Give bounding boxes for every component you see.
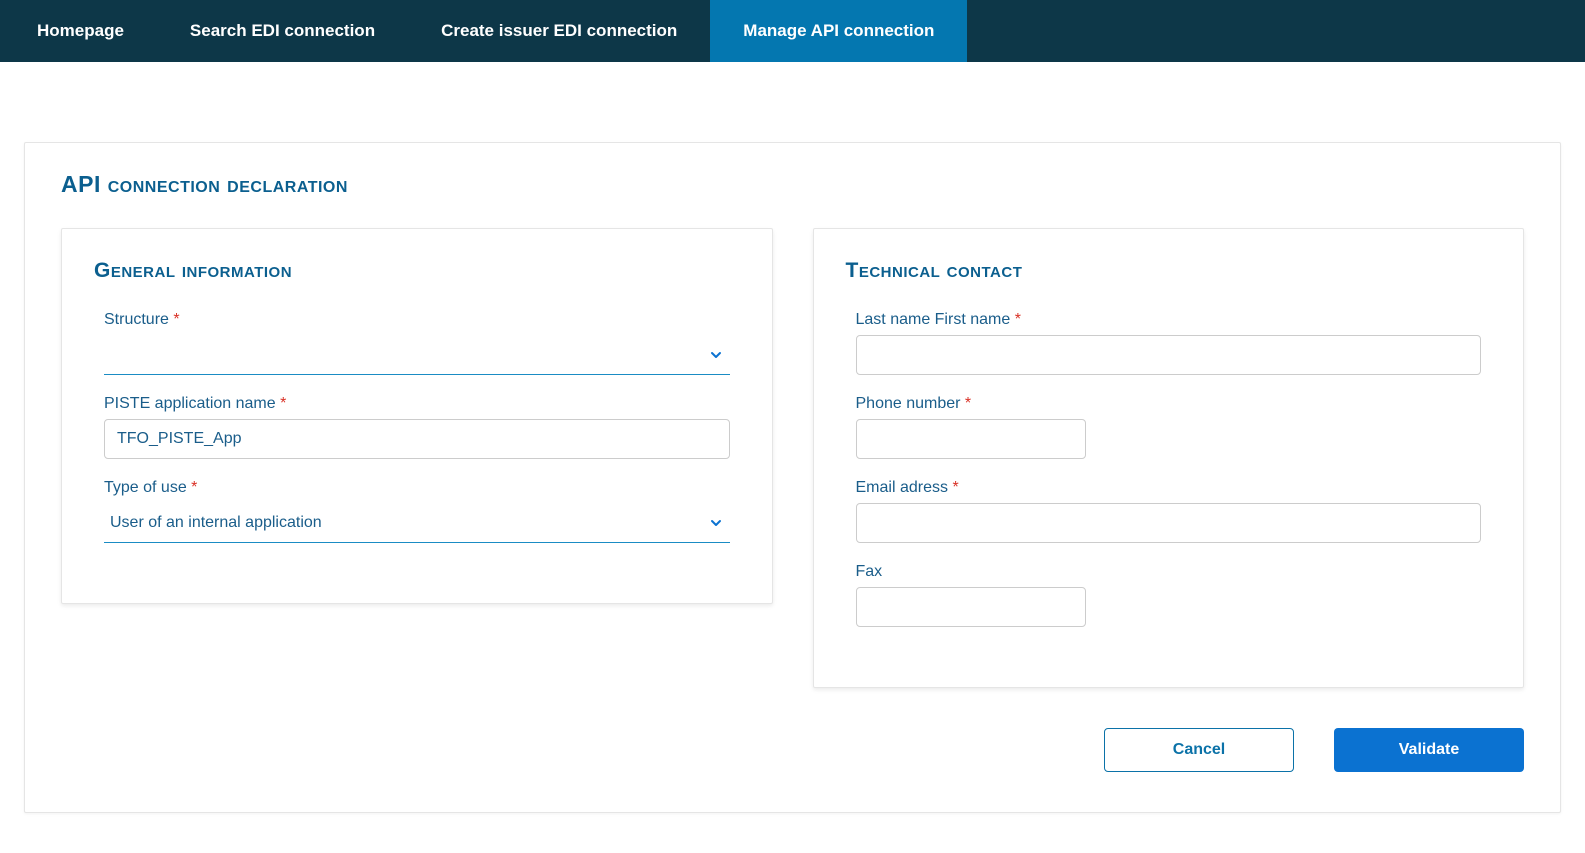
technical-contact-card: Technical contact Last name First name *… <box>813 228 1525 688</box>
required-indicator: * <box>173 311 179 328</box>
piste-field: PISTE application name * <box>94 395 740 459</box>
email-input[interactable] <box>856 503 1482 543</box>
phone-label-text: Phone number <box>856 395 961 412</box>
fax-input[interactable] <box>856 587 1086 627</box>
type-of-use-label: Type of use * <box>104 479 730 497</box>
chevron-down-icon <box>708 347 724 363</box>
required-indicator: * <box>965 395 971 412</box>
main-container: API connection declaration General infor… <box>0 62 1585 853</box>
piste-application-input[interactable] <box>104 419 730 459</box>
fax-field: Fax <box>846 563 1492 627</box>
cards-row: General information Structure * <box>61 228 1524 688</box>
structure-label-text: Structure <box>104 311 169 328</box>
required-indicator: * <box>1015 311 1021 328</box>
nav-manage-api[interactable]: Manage API connection <box>710 0 967 62</box>
page-title: API connection declaration <box>61 171 1524 198</box>
email-label-text: Email adress <box>856 479 948 496</box>
name-field: Last name First name * <box>846 311 1492 375</box>
nav-create-issuer-edi[interactable]: Create issuer EDI connection <box>408 0 710 62</box>
structure-field: Structure * <box>94 311 740 375</box>
page-card: API connection declaration General infor… <box>24 142 1561 813</box>
nav-search-edi[interactable]: Search EDI connection <box>157 0 408 62</box>
structure-label: Structure * <box>104 311 730 329</box>
name-label-text: Last name First name <box>856 311 1011 328</box>
chevron-down-icon <box>708 515 724 531</box>
name-label: Last name First name * <box>856 311 1482 329</box>
email-label: Email adress * <box>856 479 1482 497</box>
nav-homepage[interactable]: Homepage <box>4 0 157 62</box>
required-indicator: * <box>280 395 286 412</box>
structure-select[interactable] <box>104 335 730 375</box>
type-of-use-field: Type of use * User of an internal applic… <box>94 479 740 543</box>
fax-label: Fax <box>856 563 1482 581</box>
required-indicator: * <box>191 479 197 496</box>
piste-label-text: PISTE application name <box>104 395 276 412</box>
fax-label-text: Fax <box>856 563 883 580</box>
phone-label: Phone number * <box>856 395 1482 413</box>
name-input[interactable] <box>856 335 1482 375</box>
general-info-title: General information <box>94 259 740 283</box>
phone-field: Phone number * <box>846 395 1492 459</box>
validate-button[interactable]: Validate <box>1334 728 1524 772</box>
cancel-button[interactable]: Cancel <box>1104 728 1294 772</box>
email-field: Email adress * <box>846 479 1492 543</box>
top-nav: Homepage Search EDI connection Create is… <box>0 0 1585 62</box>
phone-input[interactable] <box>856 419 1086 459</box>
technical-contact-title: Technical contact <box>846 259 1492 283</box>
type-of-use-value: User of an internal application <box>110 514 322 532</box>
type-of-use-select[interactable]: User of an internal application <box>104 503 730 543</box>
required-indicator: * <box>952 479 958 496</box>
general-info-card: General information Structure * <box>61 228 773 604</box>
type-of-use-label-text: Type of use <box>104 479 187 496</box>
piste-label: PISTE application name * <box>104 395 730 413</box>
actions-row: Cancel Validate <box>61 728 1524 772</box>
